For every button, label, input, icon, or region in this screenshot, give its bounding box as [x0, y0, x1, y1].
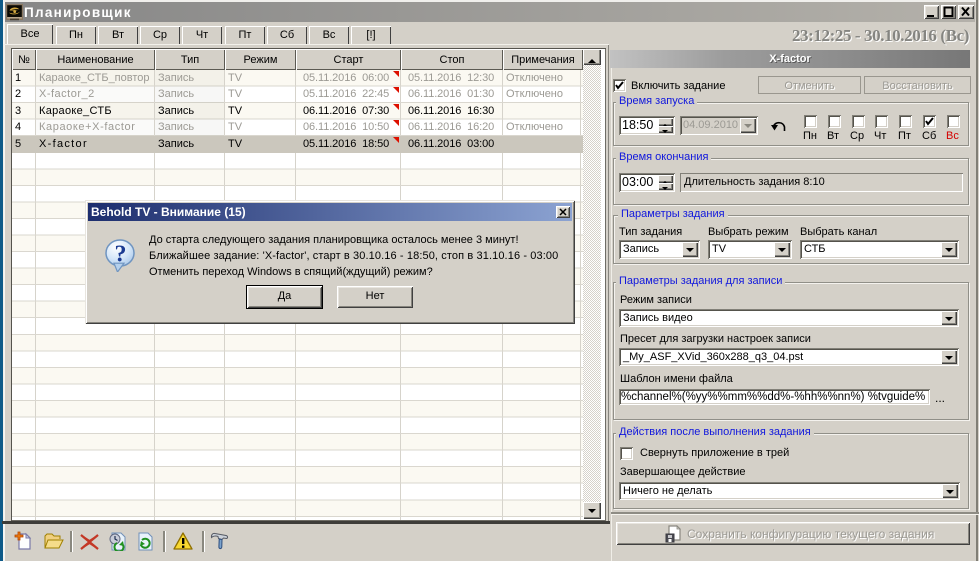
svg-text:?: ?: [115, 242, 127, 268]
